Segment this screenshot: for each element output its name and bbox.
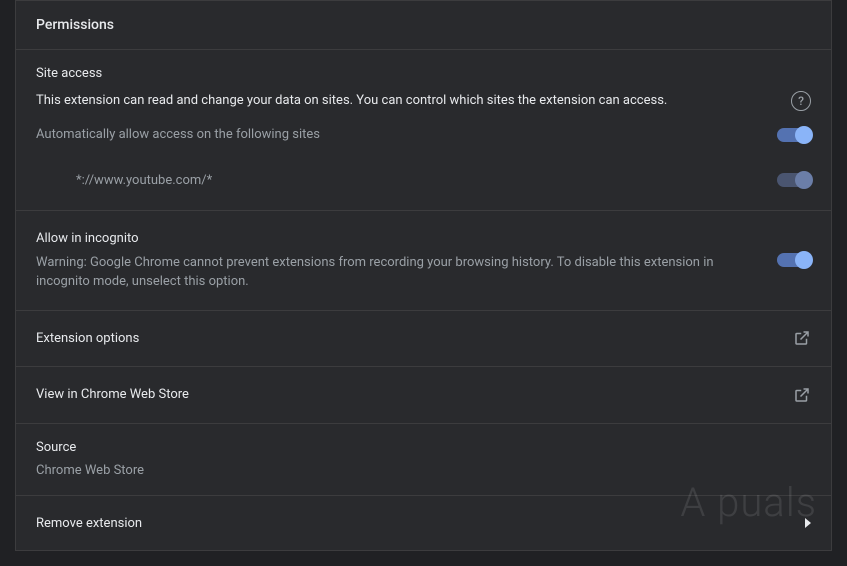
incognito-warning: Warning: Google Chrome cannot prevent ex… bbox=[36, 253, 761, 292]
extension-options-row[interactable]: Extension options bbox=[16, 311, 831, 368]
open-external-icon bbox=[793, 329, 811, 347]
site-access-description: This extension can read and change your … bbox=[36, 91, 667, 111]
toggle-knob bbox=[795, 171, 813, 189]
view-webstore-row[interactable]: View in Chrome Web Store bbox=[16, 367, 831, 424]
permissions-header: Permissions bbox=[16, 1, 831, 50]
remove-extension-label: Remove extension bbox=[36, 514, 142, 534]
site-access-heading: Site access bbox=[36, 66, 811, 81]
remove-extension-row[interactable]: Remove extension bbox=[16, 496, 831, 552]
chevron-right-icon bbox=[805, 518, 811, 528]
auto-allow-toggle[interactable] bbox=[777, 128, 811, 142]
site-pattern: *://www.youtube.com/* bbox=[76, 171, 212, 191]
toggle-knob bbox=[795, 251, 813, 269]
incognito-text: Allow in incognito Warning: Google Chrom… bbox=[36, 229, 761, 292]
incognito-title: Allow in incognito bbox=[36, 229, 761, 249]
incognito-section: Allow in incognito Warning: Google Chrom… bbox=[16, 211, 831, 311]
auto-allow-label: Automatically allow access on the follow… bbox=[36, 125, 320, 145]
help-icon[interactable]: ? bbox=[791, 91, 811, 111]
site-pattern-row: *://www.youtube.com/* bbox=[36, 163, 811, 195]
incognito-toggle[interactable] bbox=[777, 253, 811, 267]
open-external-icon bbox=[793, 386, 811, 404]
permissions-title: Permissions bbox=[36, 17, 811, 33]
view-webstore-label: View in Chrome Web Store bbox=[36, 385, 189, 405]
source-value: Chrome Web Store bbox=[36, 461, 811, 481]
site-pattern-toggle[interactable] bbox=[777, 173, 811, 187]
auto-allow-row: Automatically allow access on the follow… bbox=[36, 125, 811, 145]
source-section: Source Chrome Web Store bbox=[16, 424, 831, 496]
site-access-desc-row: This extension can read and change your … bbox=[36, 91, 811, 111]
extension-options-label: Extension options bbox=[36, 329, 139, 349]
toggle-knob bbox=[795, 126, 813, 144]
site-access-section: Site access This extension can read and … bbox=[16, 50, 831, 211]
source-label: Source bbox=[36, 438, 811, 458]
extension-details-panel: Permissions Site access This extension c… bbox=[15, 0, 832, 551]
incognito-row: Allow in incognito Warning: Google Chrom… bbox=[36, 229, 811, 292]
